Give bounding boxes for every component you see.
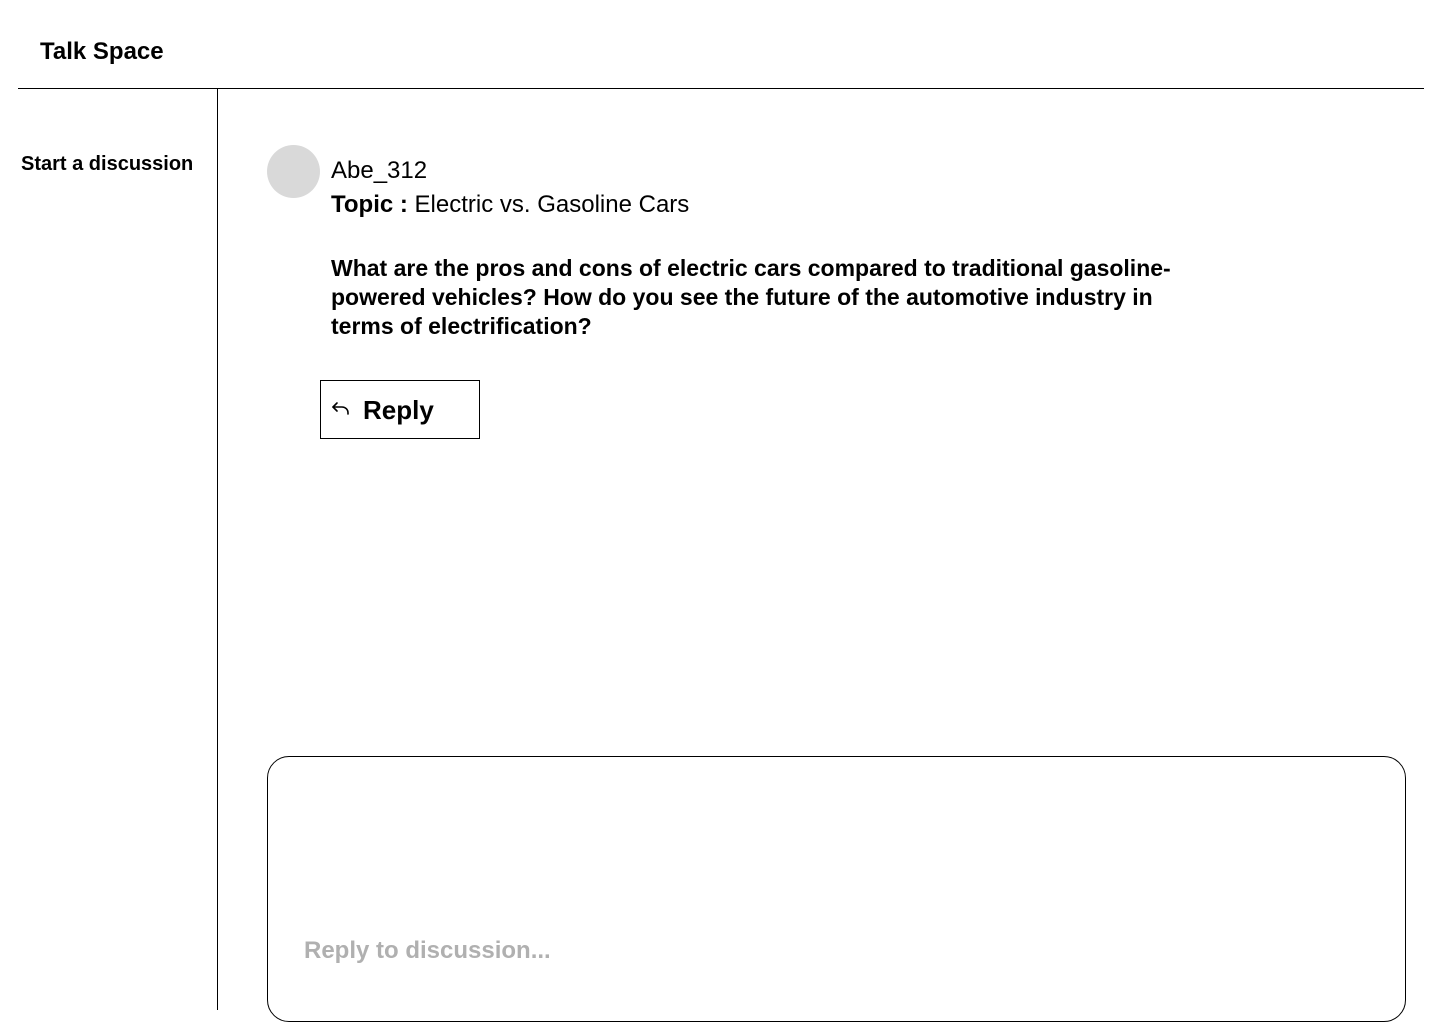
- topic-value: Electric vs. Gasoline Cars: [414, 191, 690, 218]
- post-topic: Topic : Electric vs. Gasoline Cars: [331, 190, 689, 220]
- reply-input[interactable]: [304, 931, 1364, 971]
- reply-arrow-icon: [332, 402, 349, 415]
- topic-label: Topic :: [331, 191, 408, 218]
- reply-composer[interactable]: [267, 756, 1406, 1022]
- sidebar-divider: [217, 88, 218, 1010]
- app-title: Talk Space: [40, 38, 164, 65]
- post-author: Abe_312: [331, 157, 428, 184]
- header-divider: [18, 88, 1424, 89]
- post-body: What are the pros and cons of electric c…: [331, 255, 1171, 339]
- reply-button[interactable]: Reply: [320, 380, 480, 439]
- sidebar-item-start-discussion[interactable]: Start a discussion: [21, 151, 193, 177]
- reply-button-label: Reply: [363, 395, 434, 425]
- avatar: [267, 145, 320, 198]
